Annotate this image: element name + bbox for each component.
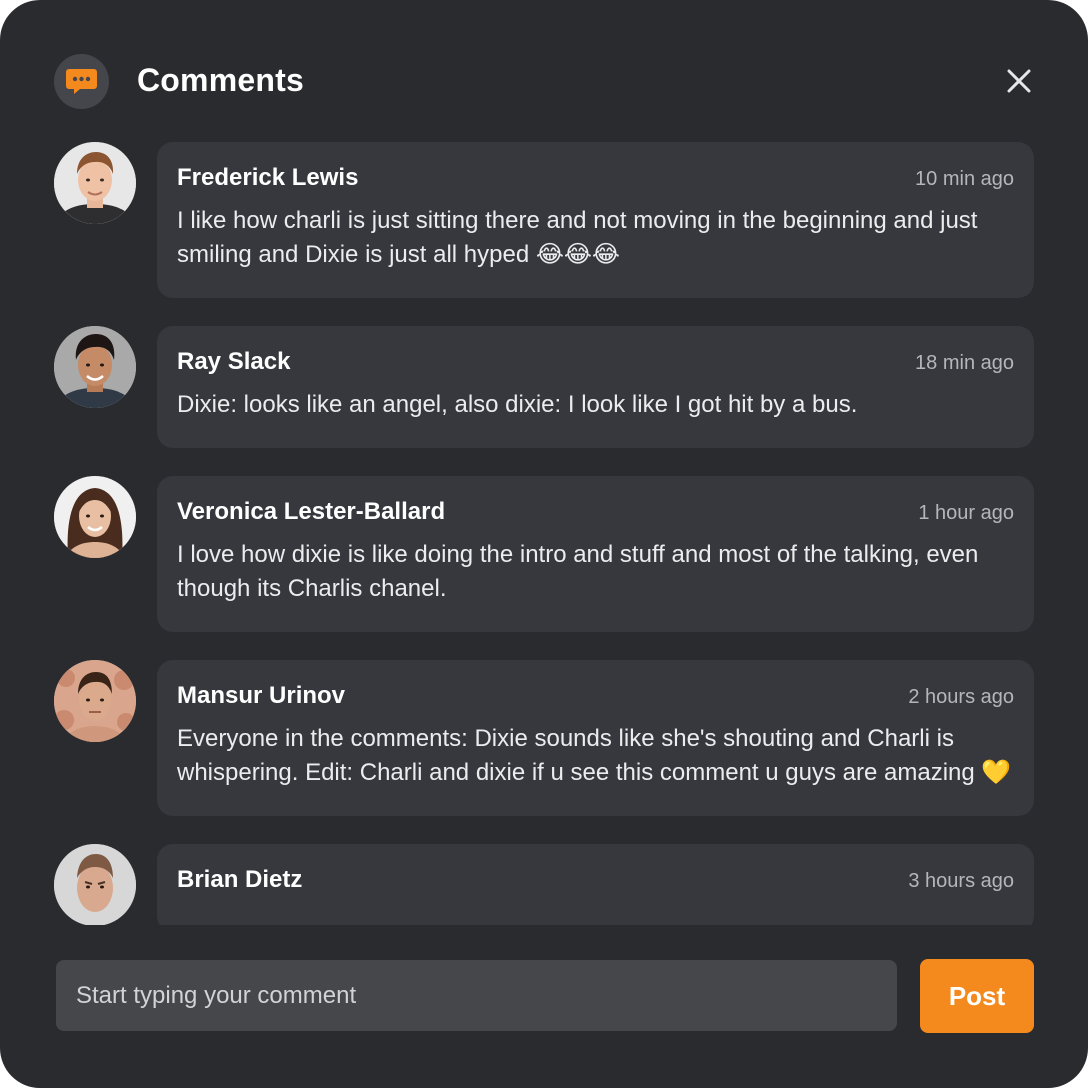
comment-input[interactable]	[56, 960, 897, 1031]
comment-item: Mansur Urinov 2 hours ago Everyone in th…	[54, 660, 1034, 816]
comment-time: 1 hour ago	[918, 502, 1014, 524]
comment-bubble: Brian Dietz 3 hours ago	[157, 844, 1034, 925]
avatar-frederick-lewis[interactable]	[54, 142, 136, 224]
comment-item: Frederick Lewis 10 min ago I like how ch…	[54, 142, 1034, 298]
comment-item: Ray Slack 18 min ago Dixie: looks like a…	[54, 326, 1034, 448]
comment-author[interactable]: Mansur Urinov	[177, 682, 345, 710]
comment-author[interactable]: Ray Slack	[177, 348, 290, 376]
comment-bubble: Ray Slack 18 min ago Dixie: looks like a…	[157, 326, 1034, 448]
comment-bubble: Mansur Urinov 2 hours ago Everyone in th…	[157, 660, 1034, 816]
comment-time: 18 min ago	[915, 352, 1014, 374]
comment-author[interactable]: Veronica Lester-Ballard	[177, 498, 445, 526]
avatar-mansur-urinov[interactable]	[54, 660, 136, 742]
comment-author[interactable]: Frederick Lewis	[177, 164, 358, 192]
comment-text: Everyone in the comments: Dixie sounds l…	[177, 725, 1012, 786]
comment-item: Brian Dietz 3 hours ago	[54, 844, 1034, 925]
comment-bubble: Veronica Lester-Ballard 1 hour ago I lov…	[157, 476, 1034, 632]
avatar-ray-slack[interactable]	[54, 326, 136, 408]
comment-time: 10 min ago	[915, 168, 1014, 190]
comment-author[interactable]: Brian Dietz	[177, 866, 302, 894]
chat-bubble-icon	[54, 54, 109, 109]
comments-list[interactable]: Frederick Lewis 10 min ago I like how ch…	[54, 142, 1034, 925]
comment-text: I love how dixie is like doing the intro…	[177, 541, 979, 602]
avatar-brian-dietz[interactable]	[54, 844, 136, 925]
panel-header: Comments	[54, 54, 1034, 110]
comment-time: 2 hours ago	[908, 686, 1014, 708]
panel-title: Comments	[137, 62, 304, 98]
avatar-veronica-lester-ballard[interactable]	[54, 476, 136, 558]
comment-composer: Post	[56, 959, 1034, 1033]
comment-text: Dixie: looks like an angel, also dixie: …	[177, 391, 858, 418]
comment-bubble: Frederick Lewis 10 min ago I like how ch…	[157, 142, 1034, 298]
comments-panel: Comments Frederick Lewis 10 min ago I li…	[0, 0, 1088, 1088]
comment-item: Veronica Lester-Ballard 1 hour ago I lov…	[54, 476, 1034, 632]
close-icon[interactable]	[1002, 64, 1036, 98]
comment-text: I like how charli is just sitting there …	[177, 207, 978, 268]
comment-time: 3 hours ago	[908, 870, 1014, 892]
post-button[interactable]: Post	[920, 959, 1034, 1033]
